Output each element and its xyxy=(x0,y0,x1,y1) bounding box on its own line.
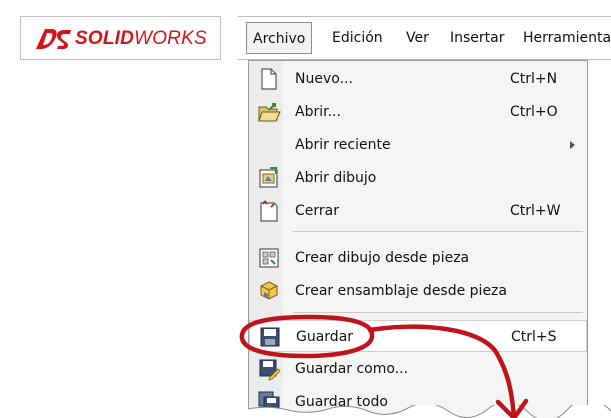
title-bar: SOLIDWORKS Archivo Edición Ver Insertar … xyxy=(0,0,611,62)
menu-bar: Archivo Edición Ver Insertar Herramienta xyxy=(238,16,611,60)
menu-item-abrir[interactable]: Abrir... Ctrl+O xyxy=(249,96,587,128)
menu-separator xyxy=(293,231,583,232)
logo-wordmark: SOLIDWORKS xyxy=(75,28,207,49)
shortcut-label: Ctrl+W xyxy=(510,203,561,219)
menu-item-guardar-como[interactable]: Guardar como... xyxy=(249,353,587,385)
new-document-icon xyxy=(261,68,277,90)
save-icon xyxy=(260,327,280,347)
menu-item-label: Abrir reciente xyxy=(295,137,391,153)
menu-item-label: Abrir dibujo xyxy=(295,170,377,186)
menu-item-label: Nuevo... xyxy=(295,71,353,87)
menu-item-label: Crear dibujo desde pieza xyxy=(295,250,470,266)
open-folder-icon xyxy=(258,103,281,122)
torn-edge xyxy=(248,405,611,418)
menu-edicion[interactable]: Edición xyxy=(326,22,389,54)
menu-archivo[interactable]: Archivo xyxy=(246,22,313,54)
menu-item-label: Guardar xyxy=(296,329,354,345)
menu-item-label: Cerrar xyxy=(295,203,339,219)
file-menu-dropdown: Nuevo... Ctrl+N Abrir... Ctrl+O Abrir re… xyxy=(248,60,588,418)
shortcut-label: Ctrl+O xyxy=(510,104,558,120)
menu-item-guardar[interactable]: Guardar Ctrl+S xyxy=(249,320,587,352)
shortcut-label: Ctrl+N xyxy=(510,71,558,87)
menu-item-abrir-dibujo[interactable]: Abrir dibujo xyxy=(249,162,587,194)
open-drawing-icon xyxy=(259,167,278,188)
make-assembly-icon xyxy=(260,281,278,300)
submenu-arrow-icon xyxy=(570,141,575,149)
ds-logo-icon xyxy=(36,29,71,49)
menu-item-label: Guardar como... xyxy=(295,361,409,377)
solidworks-logo[interactable]: SOLIDWORKS xyxy=(20,16,221,60)
close-document-icon xyxy=(260,200,278,222)
make-drawing-icon xyxy=(259,248,279,268)
menu-item-label: Crear ensamblaje desde pieza xyxy=(295,283,507,299)
menu-item-abrir-reciente[interactable]: Abrir reciente xyxy=(249,129,587,161)
save-as-icon xyxy=(259,359,281,381)
menu-item-cerrar[interactable]: Cerrar Ctrl+W xyxy=(249,195,587,227)
menu-separator xyxy=(293,312,583,313)
menu-item-nuevo[interactable]: Nuevo... Ctrl+N xyxy=(249,63,587,95)
menu-herramientas[interactable]: Herramienta xyxy=(517,22,611,54)
menu-item-crear-ensamblaje[interactable]: Crear ensamblaje desde pieza xyxy=(249,275,587,307)
menu-ver[interactable]: Ver xyxy=(400,22,435,54)
shortcut-label: Ctrl+S xyxy=(511,329,557,345)
menu-item-label: Abrir... xyxy=(295,104,341,120)
menu-insertar[interactable]: Insertar xyxy=(444,22,511,54)
menu-item-crear-dibujo[interactable]: Crear dibujo desde pieza xyxy=(249,242,587,274)
